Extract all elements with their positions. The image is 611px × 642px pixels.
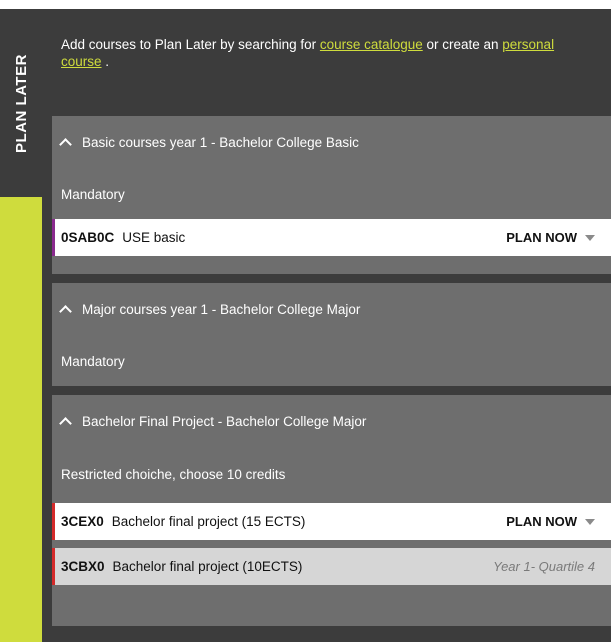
group-title: Major courses year 1 - Bachelor College … <box>82 301 361 317</box>
chevron-up-icon <box>59 416 72 430</box>
group-title: Basic courses year 1 - Bachelor College … <box>82 134 359 150</box>
course-name: Bachelor final project (15 ECTS) <box>111 514 306 529</box>
chevron-up-icon <box>59 137 72 151</box>
course-group-basic: Basic courses year 1 - Bachelor College … <box>52 116 611 274</box>
course-name: USE basic <box>122 230 186 245</box>
course-color-bar <box>52 548 55 585</box>
group-header-final-project[interactable]: Bachelor Final Project - Bachelor Colleg… <box>59 395 601 447</box>
plan-now-button[interactable]: PLAN NOW <box>506 503 595 540</box>
course-color-bar <box>52 503 55 540</box>
plan-now-button[interactable]: PLAN NOW <box>506 219 595 256</box>
group-subtitle: Mandatory <box>61 187 125 202</box>
group-header-major[interactable]: Major courses year 1 - Bachelor College … <box>59 283 601 335</box>
course-row-3cex0[interactable]: 3CEX0 Bachelor final project (15 ECTS) P… <box>52 503 611 540</box>
plan-later-panel: PLAN LATER Add courses to Plan Later by … <box>0 9 611 642</box>
course-row-3cbx0[interactable]: 3CBX0 Bachelor final project (10ECTS) Ye… <box>52 548 611 585</box>
caret-down-icon <box>585 518 595 525</box>
tab-rail: PLAN LATER <box>0 9 42 642</box>
tab-plan-later-label-wrap: PLAN LATER <box>0 9 42 197</box>
course-code: 0SAB0C <box>61 230 115 245</box>
course-code: 3CBX0 <box>61 559 105 574</box>
intro-suffix: . <box>101 54 110 69</box>
course-name: Bachelor final project (10ECTS) <box>112 559 303 574</box>
plan-later-content: Add courses to Plan Later by searching f… <box>52 9 611 642</box>
course-group-major: Major courses year 1 - Bachelor College … <box>52 283 611 386</box>
course-color-bar <box>52 219 55 256</box>
course-planned-status: Year 1- Quartile 4 <box>493 559 595 574</box>
course-row-0sab0c[interactable]: 0SAB0C USE basic PLAN NOW <box>52 219 611 256</box>
course-code: 3CEX0 <box>61 514 104 529</box>
course-group-final-project: Bachelor Final Project - Bachelor Colleg… <box>52 395 611 626</box>
group-header-basic[interactable]: Basic courses year 1 - Bachelor College … <box>59 116 601 168</box>
group-subtitle: Mandatory <box>61 354 125 369</box>
group-subtitle: Restricted choiche, choose 10 credits <box>61 467 286 482</box>
chevron-up-icon <box>59 304 72 318</box>
intro-text: Add courses to Plan Later by searching f… <box>61 36 591 70</box>
group-title: Bachelor Final Project - Bachelor Colleg… <box>82 413 367 429</box>
plan-now-label: PLAN NOW <box>506 230 577 245</box>
intro-middle: or create an <box>422 37 503 52</box>
tab-plan-later-label: PLAN LATER <box>12 53 30 153</box>
caret-down-icon <box>585 234 595 241</box>
course-catalogue-link[interactable]: course catalogue <box>320 37 423 52</box>
plan-now-label: PLAN NOW <box>506 514 577 529</box>
intro-prefix: Add courses to Plan Later by searching f… <box>61 37 320 52</box>
